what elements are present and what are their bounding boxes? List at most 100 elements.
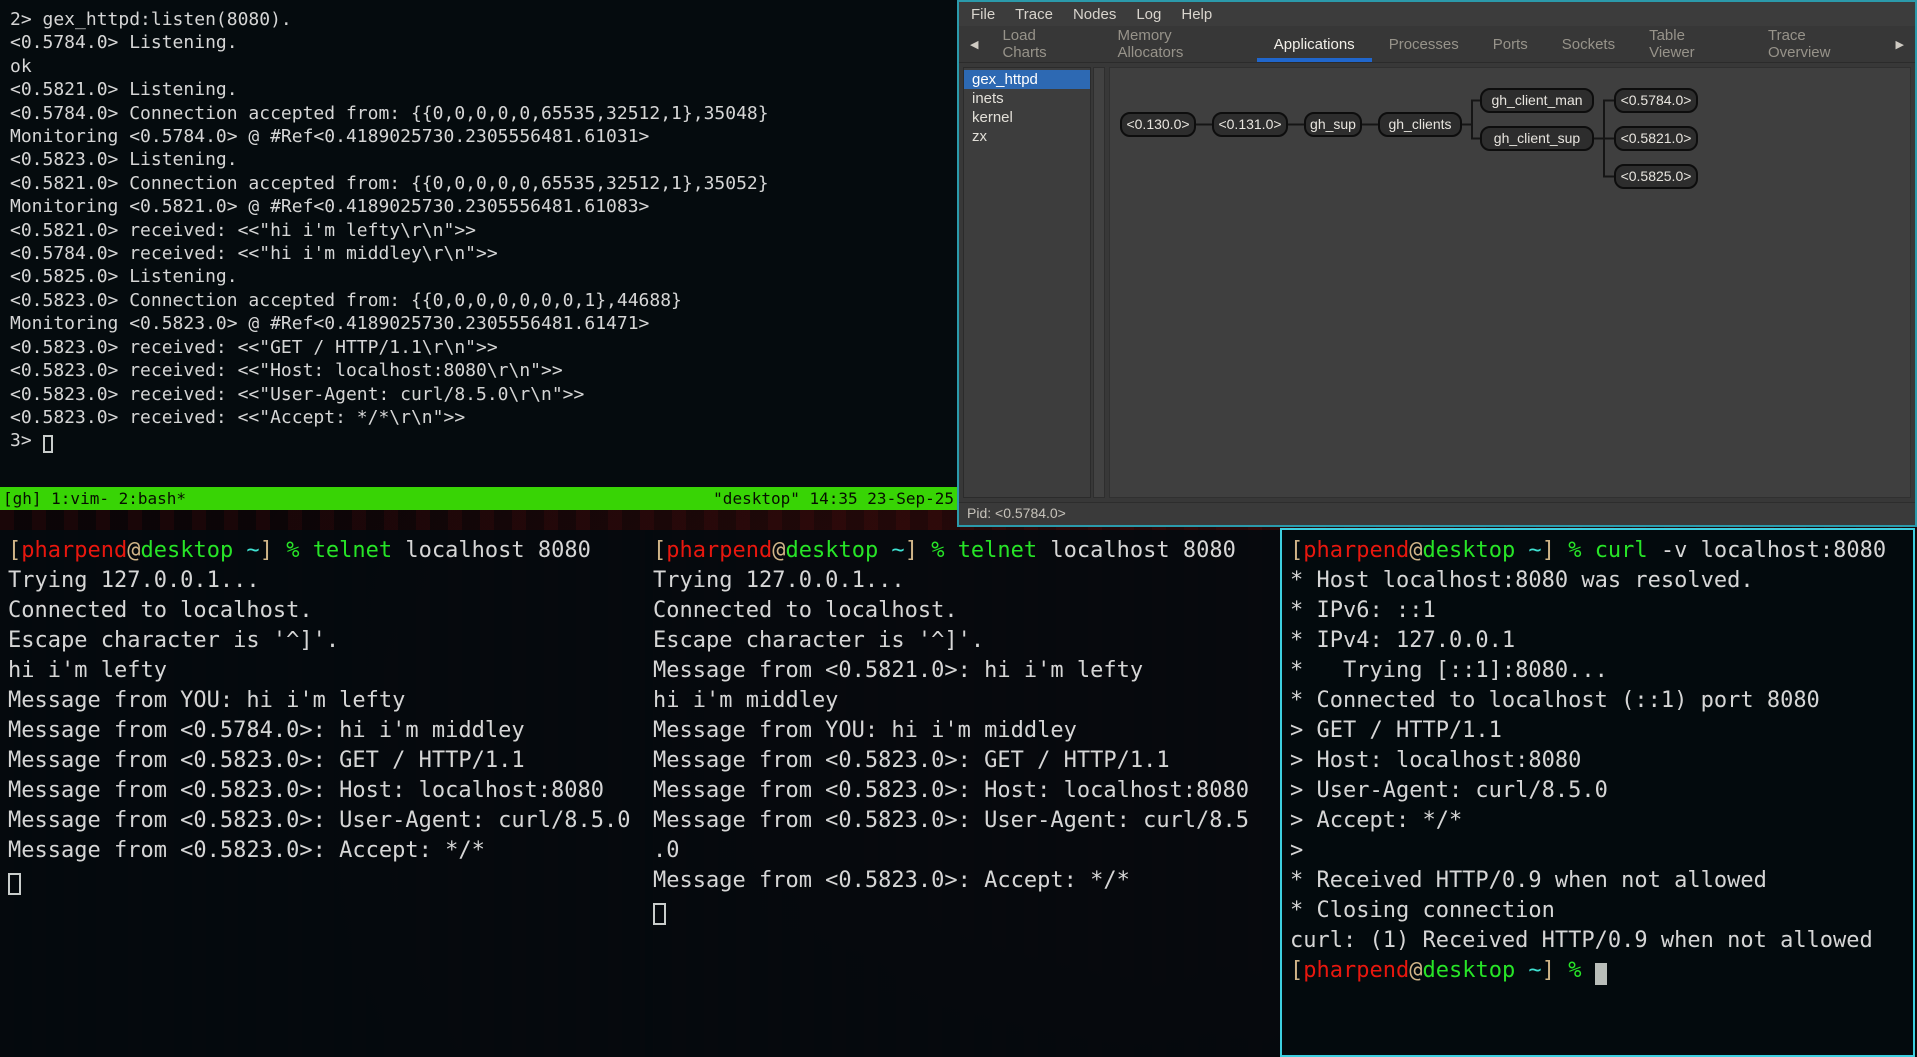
terminal-line: curl: (1) Received HTTP/0.9 when not all…	[1290, 926, 1905, 956]
app-list-item-kernel[interactable]: kernel	[964, 108, 1090, 127]
terminal-text	[299, 538, 312, 563]
terminal-text	[1555, 958, 1568, 983]
process-node-gh-clients[interactable]: gh_clients	[1378, 112, 1462, 137]
terminal-line: ok	[10, 55, 967, 78]
terminal-line: <0.5784.0> Connection accepted from: {{0…	[10, 102, 967, 125]
process-node-n131[interactable]: <0.131.0>	[1212, 112, 1288, 137]
terminal-line: >	[1290, 836, 1905, 866]
terminal-text: ~	[1515, 958, 1542, 983]
app-list-item-inets[interactable]: inets	[964, 89, 1090, 108]
tabs-scroll-left-icon[interactable]: ◀	[963, 38, 985, 51]
observer-body: gex_httpdinetskernelzx <0.130.0> <0.131.0…	[959, 63, 1915, 502]
terminal-line: * Trying [::1]:8080...	[1290, 656, 1905, 686]
terminal-line: Message from <0.5823.0>: GET / HTTP/1.1	[653, 746, 1285, 776]
telnet-lefty-terminal[interactable]: [pharpend@desktop ~] % telnet localhost …	[0, 530, 653, 1057]
app-list-item-zx[interactable]: zx	[964, 127, 1090, 146]
desktop: 2> gex_httpd:listen(8080).<0.5784.0> Lis…	[0, 0, 1917, 1057]
process-node-gh-client-man[interactable]: gh_client_man	[1480, 88, 1594, 113]
observer-window: File Trace Nodes Log Help ◀ Load ChartsMemor…	[957, 0, 1917, 527]
process-node-gh-sup[interactable]: gh_sup	[1304, 112, 1362, 137]
terminal-text: ~	[233, 538, 260, 563]
menu-file[interactable]: File	[971, 6, 995, 23]
terminal-line: [pharpend@desktop ~] %	[1290, 956, 1905, 986]
tab-trace-overview[interactable]: Trace Overview	[1751, 26, 1889, 62]
terminal-line: Message from <0.5823.0>: Host: localhost…	[8, 776, 645, 806]
terminal-text: telnet	[958, 538, 1037, 563]
terminal-line	[653, 896, 1285, 926]
terminal-line: Message from <0.5823.0>: GET / HTTP/1.1	[8, 746, 645, 776]
tab-processes[interactable]: Processes	[1372, 26, 1476, 62]
menu-trace[interactable]: Trace	[1015, 6, 1053, 23]
app-list-item-gex-httpd[interactable]: gex_httpd	[964, 70, 1090, 89]
terminal-line: 2> gex_httpd:listen(8080).	[10, 8, 967, 31]
terminal-text: ]	[1542, 958, 1555, 983]
tmux-session-windows-label[interactable]: [gh] 1:vim- 2:bash*	[3, 487, 186, 510]
curl-terminal[interactable]: [pharpend@desktop ~] % curl -v localhost…	[1280, 528, 1915, 1057]
terminal-text	[1581, 538, 1594, 563]
terminal-line: > Host: localhost:8080	[1290, 746, 1905, 776]
process-node-gh-client-sup[interactable]: gh_client_sup	[1480, 126, 1594, 151]
terminal-line: Message from <0.5784.0>: hi i'm middley	[8, 716, 645, 746]
terminal-text: ]	[1542, 538, 1555, 563]
tab-load-charts[interactable]: Load Charts	[985, 26, 1100, 62]
cursor-solid	[1595, 963, 1608, 985]
terminal-line: <0.5823.0> Listening.	[10, 148, 967, 171]
terminal-text: desktop	[785, 538, 878, 563]
terminal-line: <0.5825.0> Listening.	[10, 265, 967, 288]
tab-table-viewer[interactable]: Table Viewer	[1632, 26, 1751, 62]
terminal-text: ~	[878, 538, 905, 563]
terminal-line: 3>	[10, 429, 967, 452]
tmux-host-clock-label: "desktop" 14:35 23-Sep-25	[713, 487, 954, 510]
process-node-p5821[interactable]: <0.5821.0>	[1614, 126, 1698, 151]
observer-tabs: Load ChartsMemory AllocatorsApplications…	[985, 26, 1888, 62]
terminal-line: [pharpend@desktop ~] % telnet localhost …	[8, 536, 645, 566]
terminal-text: curl	[1595, 538, 1648, 563]
terminal-text: [	[8, 538, 21, 563]
terminal-line: Escape character is '^]'.	[8, 626, 645, 656]
terminal-line: <0.5821.0> Listening.	[10, 78, 967, 101]
terminal-text: localhost 8080	[392, 538, 591, 563]
terminal-text: localhost 8080	[1037, 538, 1236, 563]
terminal-line: <0.5823.0> received: <<"User-Agent: curl…	[10, 383, 967, 406]
terminal-line: Connected to localhost.	[653, 596, 1285, 626]
telnet-middley-terminal[interactable]: [pharpend@desktop ~] % telnet localhost …	[645, 530, 1293, 1057]
terminal-line: hi i'm lefty	[8, 656, 645, 686]
terminal-text: %	[1568, 538, 1581, 563]
terminal-line: Connected to localhost.	[8, 596, 645, 626]
terminal-text: @	[1409, 538, 1422, 563]
menu-log[interactable]: Log	[1136, 6, 1161, 23]
applications-list: gex_httpdinetskernelzx	[963, 67, 1091, 498]
terminal-text: [	[1290, 538, 1303, 563]
tab-ports[interactable]: Ports	[1476, 26, 1545, 62]
tab-sockets[interactable]: Sockets	[1545, 26, 1632, 62]
menu-help[interactable]: Help	[1181, 6, 1212, 23]
terminal-line: <0.5784.0> received: <<"hi i'm middley\r…	[10, 242, 967, 265]
erlang-shell-terminal[interactable]: 2> gex_httpd:listen(8080).<0.5784.0> Lis…	[0, 0, 977, 503]
terminal-text: telnet	[313, 538, 392, 563]
terminal-text: [	[653, 538, 666, 563]
applications-list-scrollbar[interactable]	[1093, 67, 1105, 498]
terminal-line: <0.5823.0> received: <<"Host: localhost:…	[10, 359, 967, 382]
terminal-line: <0.5823.0> received: <<"Accept: */*\r\n"…	[10, 406, 967, 429]
terminal-line: <0.5821.0> Connection accepted from: {{0…	[10, 172, 967, 195]
process-node-p5825[interactable]: <0.5825.0>	[1614, 164, 1698, 189]
observer-menubar: File Trace Nodes Log Help	[959, 2, 1915, 26]
terminal-text	[944, 538, 957, 563]
terminal-line: Message from <0.5823.0>: Accept: */*	[8, 836, 645, 866]
terminal-line: Message from YOU: hi i'm middley	[653, 716, 1285, 746]
process-node-p5784[interactable]: <0.5784.0>	[1614, 88, 1698, 113]
process-node-n130[interactable]: <0.130.0>	[1120, 112, 1196, 137]
tab-applications[interactable]: Applications	[1257, 26, 1372, 62]
terminal-text: -v localhost:8080	[1648, 538, 1886, 563]
tabs-scroll-right-icon[interactable]: ▶	[1889, 38, 1911, 51]
terminal-text: pharpend	[666, 538, 772, 563]
terminal-text	[918, 538, 931, 563]
tab-memory-allocators[interactable]: Memory Allocators	[1100, 26, 1256, 62]
terminal-line: * Host localhost:8080 was resolved.	[1290, 566, 1905, 596]
menu-nodes[interactable]: Nodes	[1073, 6, 1116, 23]
terminal-line: Message from <0.5823.0>: Accept: */*	[653, 866, 1285, 896]
terminal-text: pharpend	[1303, 538, 1409, 563]
terminal-text: [	[1290, 958, 1303, 983]
terminal-text: desktop	[140, 538, 233, 563]
terminal-line: <0.5784.0> Listening.	[10, 31, 967, 54]
